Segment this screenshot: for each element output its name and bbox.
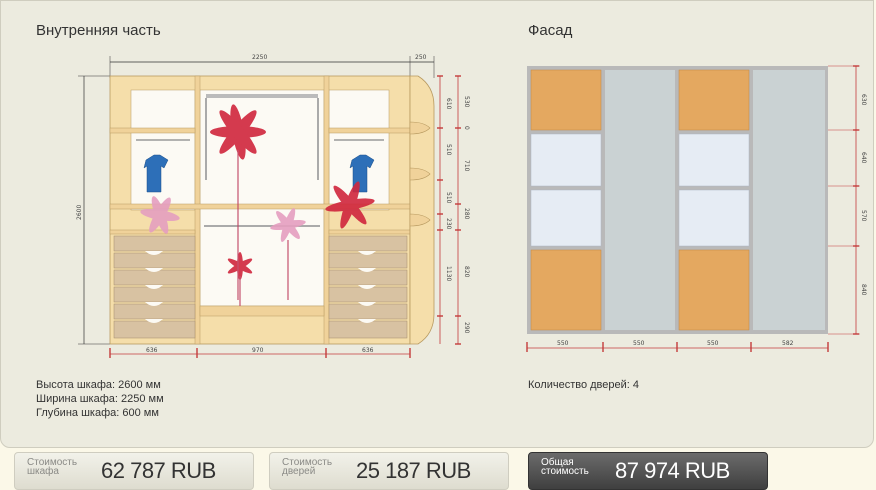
facade-dim-bottom-2: 550 — [633, 340, 645, 347]
doors-cost-value: 25 187 RUB — [356, 458, 471, 483]
spec-doors: Количество дверей: 4 — [528, 379, 639, 391]
spec-height: Высота шкафа: 2600 мм — [36, 379, 161, 391]
facade-dim-bottom-1: 550 — [557, 340, 569, 347]
total-cost-label: Общая стоимость — [541, 457, 589, 477]
total-cost-card: Общая стоимость 87 974 RUB — [528, 452, 768, 490]
facade-dim-bottom-3: 550 — [707, 340, 719, 347]
wardrobe-cost-value: 62 787 RUB — [101, 458, 216, 483]
spec-width: Ширина шкафа: 2250 мм — [36, 393, 164, 405]
facade-dim-right-3: 570 — [860, 210, 867, 222]
wardrobe-cost-card: Стоимость шкафа 62 787 RUB — [14, 452, 254, 490]
total-cost-value: 87 974 RUB — [615, 458, 730, 483]
wardrobe-specs: Высота шкафа: 2600 мм Ширина шкафа: 2250… — [36, 378, 164, 420]
facade-dim-right-2: 640 — [860, 152, 867, 164]
spec-depth: Глубина шкафа: 600 мм — [36, 407, 159, 419]
doors-cost-card: Стоимость дверей 25 187 RUB — [269, 452, 509, 490]
wardrobe-cost-label: Стоимость шкафа — [27, 457, 78, 477]
facade-dim-right-4: 840 — [860, 284, 867, 296]
facade-dim-right-1: 630 — [860, 94, 867, 106]
facade-dim-bottom-4: 582 — [782, 340, 794, 347]
doors-cost-label: Стоимость дверей — [282, 457, 333, 477]
